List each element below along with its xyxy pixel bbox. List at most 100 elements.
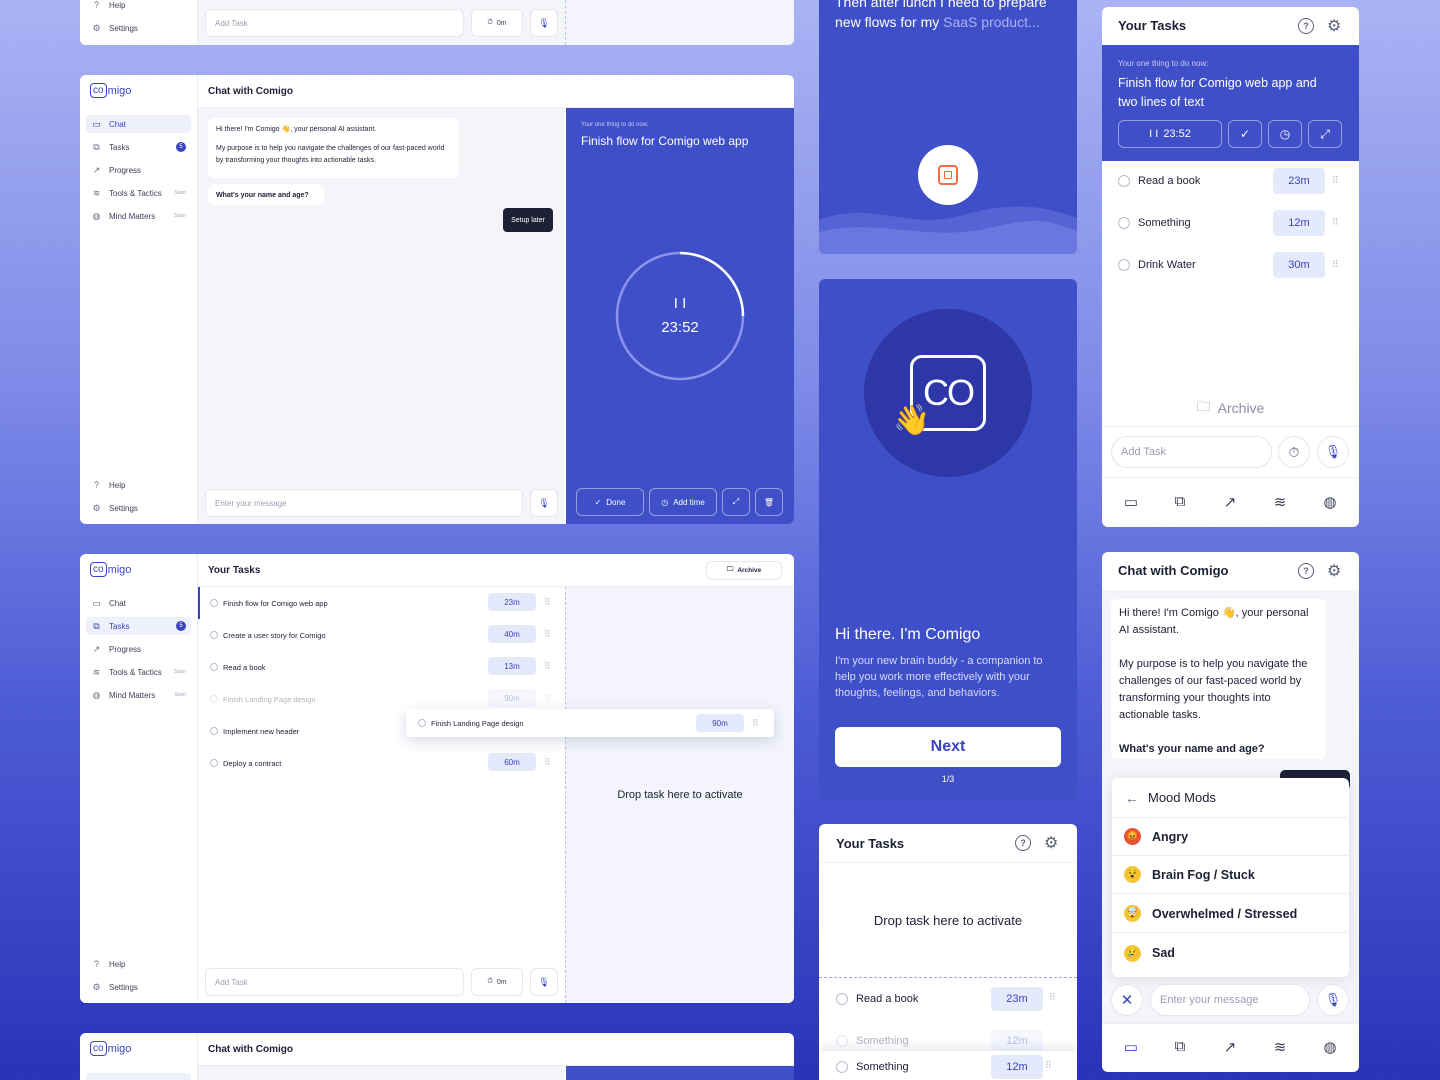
task-checkbox[interactable] bbox=[210, 631, 218, 639]
sidebar-item-progress[interactable]: ↗ Progress bbox=[86, 640, 191, 658]
sidebar-item-chat[interactable]: ▭ Chat bbox=[86, 115, 191, 133]
timer-button[interactable]: ⏱ 0m bbox=[471, 9, 523, 37]
task-checkbox[interactable] bbox=[1118, 175, 1130, 187]
timer-button[interactable]: ⏱ bbox=[1278, 436, 1310, 468]
waves-icon[interactable]: ≋ bbox=[1270, 1038, 1290, 1056]
done-button[interactable]: ✓ bbox=[1228, 120, 1262, 148]
expand-button[interactable]: ⤢ bbox=[722, 488, 750, 516]
mood-option-brain-fog[interactable]: 😵 Brain Fog / Stuck bbox=[1112, 856, 1349, 894]
back-arrow-icon[interactable]: ← bbox=[1125, 790, 1139, 806]
task-checkbox[interactable] bbox=[1118, 217, 1130, 229]
task-checkbox[interactable] bbox=[210, 663, 218, 671]
help-icon[interactable]: ? bbox=[1298, 18, 1314, 34]
task-row[interactable]: Something 12m ⠿ bbox=[1102, 209, 1359, 237]
add-task-input[interactable]: Add Task bbox=[205, 968, 464, 996]
task-duration[interactable]: 40m bbox=[488, 625, 536, 643]
sidebar-item-tasks[interactable]: ⧉ Tasks 5 bbox=[86, 138, 191, 156]
brain-icon[interactable]: ◍ bbox=[1320, 1038, 1340, 1056]
pause-timer-button[interactable]: I I 23:52 bbox=[1118, 120, 1222, 148]
mic-button[interactable]: 🎙︎ bbox=[1317, 436, 1349, 468]
task-duration[interactable]: 13m bbox=[488, 657, 536, 675]
expand-button[interactable]: ⤢ bbox=[1308, 120, 1342, 148]
mic-button[interactable]: 🎙︎ bbox=[530, 489, 558, 517]
task-row[interactable]: Deploy a contract 60m ⠿ bbox=[198, 747, 565, 779]
tasks-icon[interactable]: ⧉ bbox=[1170, 1038, 1190, 1055]
help-icon[interactable]: ? bbox=[1298, 563, 1314, 579]
drag-handle-icon[interactable]: ⠿ bbox=[544, 661, 551, 672]
pause-icon[interactable]: I I bbox=[614, 295, 746, 312]
mood-option-angry[interactable]: 😡 Angry bbox=[1112, 818, 1349, 856]
archive-button[interactable]: 🗀 Archive bbox=[706, 561, 782, 580]
add-task-input[interactable]: Add Task bbox=[1111, 436, 1272, 468]
sidebar-item-chat[interactable]: ▭ Chat bbox=[86, 594, 191, 612]
gear-icon[interactable]: ⚙ bbox=[1044, 833, 1058, 853]
task-duration[interactable]: 12m bbox=[1273, 210, 1325, 236]
sidebar-item-mind[interactable]: ◍ Mind Matters Soon bbox=[86, 207, 191, 225]
add-time-button[interactable]: ◷ bbox=[1268, 120, 1302, 148]
add-time-button[interactable]: ◷ Add time bbox=[649, 488, 717, 516]
add-task-input[interactable]: Add Task bbox=[205, 9, 464, 37]
sidebar-item-tools[interactable]: ≋ Tools & Tactics Soon bbox=[86, 184, 191, 202]
waves-icon[interactable]: ≋ bbox=[1270, 493, 1290, 511]
task-duration[interactable]: 60m bbox=[488, 753, 536, 771]
sidebar-item-help[interactable]: ? Help bbox=[86, 476, 191, 494]
brain-icon[interactable]: ◍ bbox=[1320, 493, 1340, 511]
task-row[interactable]: Read a book 23m ⠿ bbox=[1102, 167, 1359, 195]
trend-up-icon[interactable]: ↗ bbox=[1220, 1038, 1240, 1056]
sidebar-item-settings[interactable]: ⚙ Settings bbox=[86, 978, 191, 996]
task-duration[interactable]: 23m bbox=[488, 593, 536, 611]
chat-icon[interactable]: ▭ bbox=[1121, 1038, 1141, 1056]
task-checkbox[interactable] bbox=[210, 599, 218, 607]
next-button[interactable]: Next bbox=[835, 727, 1061, 767]
drag-handle-icon[interactable]: ⠿ bbox=[1049, 992, 1056, 1003]
timer-button[interactable]: ⏱ 0m bbox=[471, 968, 523, 996]
done-button[interactable]: ✓ Done bbox=[576, 488, 644, 516]
help-icon[interactable]: ? bbox=[1015, 835, 1031, 851]
sidebar-item-help[interactable]: ? Help bbox=[86, 0, 191, 14]
delete-button[interactable]: 🗑︎ bbox=[755, 488, 783, 516]
drag-handle-icon[interactable]: ⠿ bbox=[1332, 217, 1339, 228]
task-checkbox[interactable] bbox=[210, 727, 218, 735]
gear-icon[interactable]: ⚙ bbox=[1327, 16, 1341, 36]
mic-button[interactable]: 🎙︎ bbox=[530, 9, 558, 37]
drag-handle-icon[interactable]: ⠿ bbox=[1332, 259, 1339, 270]
mood-menu-header[interactable]: ← Mood Mods bbox=[1112, 778, 1349, 818]
mic-button[interactable]: 🎙︎ bbox=[530, 968, 558, 996]
sidebar-item-help[interactable]: ? Help bbox=[86, 955, 191, 973]
task-duration[interactable]: 23m bbox=[1273, 168, 1325, 194]
task-checkbox[interactable] bbox=[1118, 259, 1130, 271]
task-row[interactable]: Finish flow for Comigo web app 23m ⠿ bbox=[198, 587, 565, 619]
task-row[interactable]: Read a book 13m ⠿ bbox=[198, 651, 565, 683]
drag-handle-icon[interactable]: ⠿ bbox=[1332, 175, 1339, 186]
sidebar-item-progress[interactable]: ↗ Progress bbox=[86, 161, 191, 179]
close-button[interactable]: ✕ bbox=[1111, 984, 1143, 1016]
sidebar-item-settings[interactable]: ⚙ Settings bbox=[86, 499, 191, 517]
drag-handle-icon[interactable]: ⠿ bbox=[544, 629, 551, 640]
gear-icon[interactable]: ⚙ bbox=[1327, 561, 1341, 581]
dragging-task[interactable]: Finish Landing Page design 90m ⠿ bbox=[406, 709, 774, 737]
trend-up-icon[interactable]: ↗ bbox=[1220, 493, 1240, 511]
drag-handle-icon[interactable]: ⠿ bbox=[544, 597, 551, 608]
task-row[interactable]: Read a book 23m ⠿ bbox=[819, 983, 1077, 1015]
sidebar-item-tools[interactable]: ≋ Tools & Tactics Soon bbox=[86, 663, 191, 681]
archive-button[interactable]: 🗀 Archive bbox=[1102, 396, 1359, 420]
sidebar-item-chat[interactable] bbox=[86, 1073, 191, 1080]
stop-recording-button[interactable] bbox=[918, 145, 978, 205]
chat-icon[interactable]: ▭ bbox=[1121, 493, 1141, 511]
message-input[interactable]: Enter your message bbox=[205, 489, 523, 517]
task-checkbox[interactable] bbox=[210, 759, 218, 767]
message-input[interactable]: Enter your message bbox=[1150, 984, 1310, 1016]
mood-option-overwhelmed[interactable]: 🤯 Overwhelmed / Stressed bbox=[1112, 895, 1349, 933]
tasks-icon[interactable]: ⧉ bbox=[1170, 493, 1190, 510]
sidebar-item-mind[interactable]: ◍ Mind Matters Soon bbox=[86, 686, 191, 704]
sidebar-item-settings[interactable]: ⚙ Settings bbox=[86, 19, 191, 37]
task-checkbox[interactable] bbox=[836, 993, 848, 1005]
drag-handle-icon[interactable]: ⠿ bbox=[752, 718, 759, 729]
task-duration[interactable]: 30m bbox=[1273, 252, 1325, 278]
mood-option-sad[interactable]: 😢 Sad bbox=[1112, 934, 1349, 972]
drag-handle-icon[interactable]: ⠿ bbox=[544, 757, 551, 768]
sidebar-item-tasks[interactable]: ⧉ Tasks 5 bbox=[86, 617, 191, 635]
task-row[interactable]: Create a user story for Comigo 40m ⠿ bbox=[198, 619, 565, 651]
mic-button[interactable]: 🎙︎ bbox=[1317, 984, 1349, 1016]
task-row[interactable]: Drink Water 30m ⠿ bbox=[1102, 251, 1359, 279]
